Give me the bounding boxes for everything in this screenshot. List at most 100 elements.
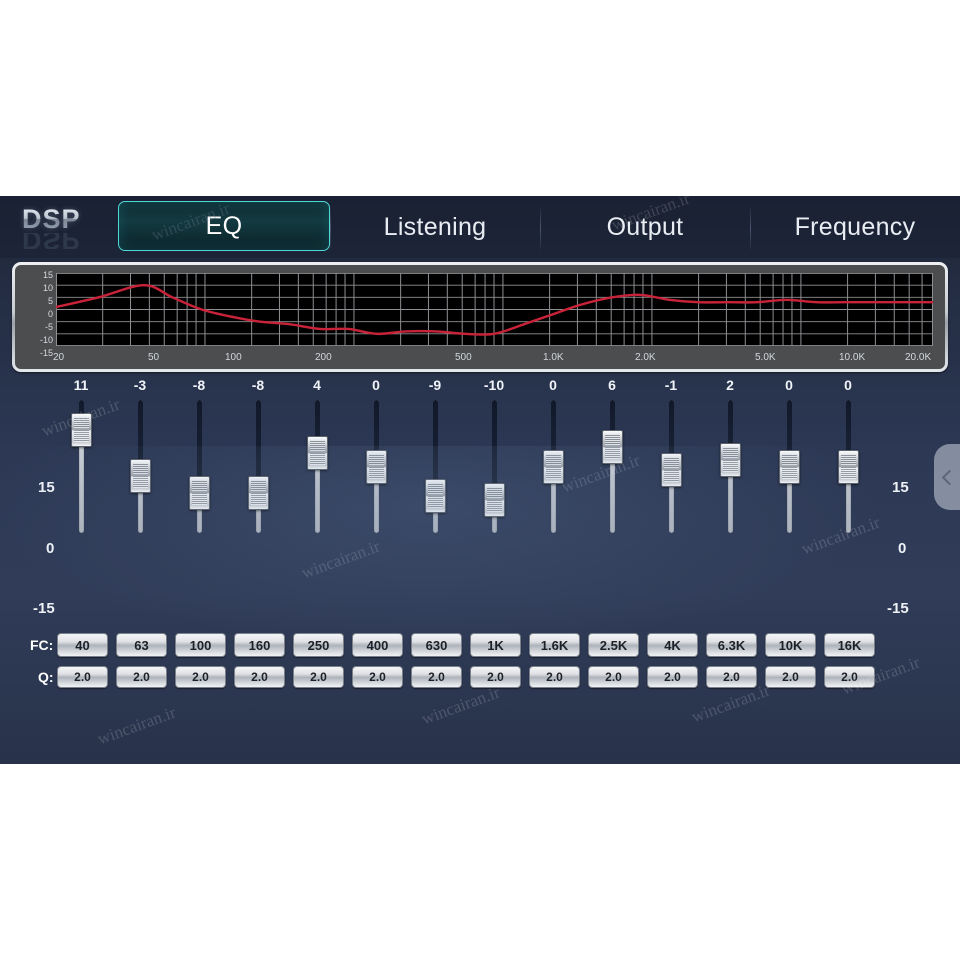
q-value-8: 2.0 — [487, 670, 504, 684]
q-cell-4[interactable]: 2.0 — [234, 666, 285, 688]
band-slider-2[interactable]: -3 — [125, 377, 155, 533]
watermark: wincairan.ir — [419, 682, 503, 729]
band-track-3[interactable] — [197, 400, 202, 533]
fc-cell-6[interactable]: 400 — [352, 633, 403, 657]
fc-cell-11[interactable]: 4K — [647, 633, 698, 657]
q-cell-12[interactable]: 2.0 — [706, 666, 757, 688]
x-tick-5k: 5.0K — [755, 352, 776, 363]
q-value-12: 2.0 — [723, 670, 740, 684]
fc-cell-4[interactable]: 160 — [234, 633, 285, 657]
band-thumb-3[interactable] — [189, 475, 210, 510]
band-track-10[interactable] — [610, 400, 615, 533]
fc-value-6: 400 — [366, 637, 389, 653]
band-thumb-1[interactable] — [71, 413, 92, 448]
band-track-4[interactable] — [256, 400, 261, 533]
band-thumb-6[interactable] — [366, 449, 387, 484]
band-slider-14[interactable]: 0 — [833, 377, 863, 533]
q-value-10: 2.0 — [605, 670, 622, 684]
tab-listening[interactable]: Listening — [330, 196, 540, 258]
q-value-11: 2.0 — [664, 670, 681, 684]
panel-collapse-handle[interactable] — [934, 444, 960, 510]
band-track-7[interactable] — [433, 400, 438, 533]
band-gain-value-12: 2 — [726, 377, 734, 393]
band-slider-5[interactable]: 4 — [302, 377, 332, 533]
q-cell-14[interactable]: 2.0 — [824, 666, 875, 688]
fc-cell-13[interactable]: 10K — [765, 633, 816, 657]
band-slider-10[interactable]: 6 — [597, 377, 627, 533]
x-tick-200: 200 — [315, 352, 332, 363]
q-cell-9[interactable]: 2.0 — [529, 666, 580, 688]
q-cell-5[interactable]: 2.0 — [293, 666, 344, 688]
band-gain-value-14: 0 — [844, 377, 852, 393]
fc-value-10: 2.5K — [599, 637, 628, 653]
fc-cell-7[interactable]: 630 — [411, 633, 462, 657]
gain-scale-bottom-right: -15 — [887, 600, 909, 617]
tab-bar: DSP DSP EQ Listening Output Frequency — [0, 196, 960, 258]
q-cell-3[interactable]: 2.0 — [175, 666, 226, 688]
q-value-4: 2.0 — [251, 670, 268, 684]
y-tick-10: 10 — [42, 283, 53, 293]
tab-frequency[interactable]: Frequency — [750, 196, 960, 258]
band-gain-value-2: -3 — [133, 377, 147, 393]
y-tick-neg5: -5 — [44, 322, 53, 332]
band-slider-11[interactable]: -1 — [656, 377, 686, 533]
band-slider-8[interactable]: -10 — [479, 377, 509, 533]
band-slider-13[interactable]: 0 — [774, 377, 804, 533]
band-gain-value-7: -9 — [428, 377, 442, 393]
q-value-7: 2.0 — [428, 670, 445, 684]
band-thumb-12[interactable] — [720, 442, 741, 477]
q-cell-13[interactable]: 2.0 — [765, 666, 816, 688]
band-slider-7[interactable]: -9 — [420, 377, 450, 533]
fc-cell-14[interactable]: 16K — [824, 633, 875, 657]
fc-value-11: 4K — [664, 637, 681, 653]
q-cell-7[interactable]: 2.0 — [411, 666, 462, 688]
fc-cell-12[interactable]: 6.3K — [706, 633, 757, 657]
band-gain-value-4: -8 — [251, 377, 265, 393]
fc-cell-10[interactable]: 2.5K — [588, 633, 639, 657]
tab-output[interactable]: Output — [540, 196, 750, 258]
band-thumb-10[interactable] — [602, 429, 623, 464]
band-thumb-2[interactable] — [130, 459, 151, 494]
fc-cell-2[interactable]: 63 — [116, 633, 167, 657]
band-slider-9[interactable]: 0 — [538, 377, 568, 533]
q-cell-1[interactable]: 2.0 — [57, 666, 108, 688]
fc-value-12: 6.3K — [717, 637, 746, 653]
fc-value-2: 63 — [134, 637, 149, 653]
tab-eq-label: EQ — [205, 211, 243, 240]
band-slider-4[interactable]: -8 — [243, 377, 273, 533]
dsp-logo-text: DSP — [22, 205, 122, 233]
band-thumb-5[interactable] — [307, 436, 328, 471]
q-value-9: 2.0 — [546, 670, 563, 684]
band-thumb-9[interactable] — [543, 449, 564, 484]
band-thumb-14[interactable] — [838, 449, 859, 484]
plot-area — [56, 273, 933, 346]
watermark: wincairan.ir — [95, 702, 179, 749]
band-slider-3[interactable]: -8 — [184, 377, 214, 533]
q-cell-11[interactable]: 2.0 — [647, 666, 698, 688]
fc-cell-3[interactable]: 100 — [175, 633, 226, 657]
chevron-left-icon — [941, 469, 957, 485]
q-cell-10[interactable]: 2.0 — [588, 666, 639, 688]
band-thumb-8[interactable] — [484, 482, 505, 517]
dsp-equalizer-app: DSP DSP EQ Listening Output Frequency 15… — [0, 196, 960, 764]
fc-cell-5[interactable]: 250 — [293, 633, 344, 657]
q-cell-8[interactable]: 2.0 — [470, 666, 521, 688]
band-thumb-13[interactable] — [779, 449, 800, 484]
y-tick-neg10: -10 — [39, 335, 53, 345]
band-slider-12[interactable]: 2 — [715, 377, 745, 533]
band-thumb-11[interactable] — [661, 452, 682, 487]
band-thumb-7[interactable] — [425, 479, 446, 514]
q-cell-2[interactable]: 2.0 — [116, 666, 167, 688]
band-slider-6[interactable]: 0 — [361, 377, 391, 533]
y-tick-neg15: -15 — [39, 348, 53, 358]
band-slider-1[interactable]: 11 — [66, 377, 96, 533]
fc-cell-9[interactable]: 1.6K — [529, 633, 580, 657]
fc-cell-8[interactable]: 1K — [470, 633, 521, 657]
x-tick-2k: 2.0K — [635, 352, 656, 363]
tab-eq[interactable]: EQ — [118, 201, 330, 251]
fc-cell-1[interactable]: 40 — [57, 633, 108, 657]
band-gain-value-6: 0 — [372, 377, 380, 393]
q-value-1: 2.0 — [74, 670, 91, 684]
band-thumb-4[interactable] — [248, 475, 269, 510]
q-cell-6[interactable]: 2.0 — [352, 666, 403, 688]
